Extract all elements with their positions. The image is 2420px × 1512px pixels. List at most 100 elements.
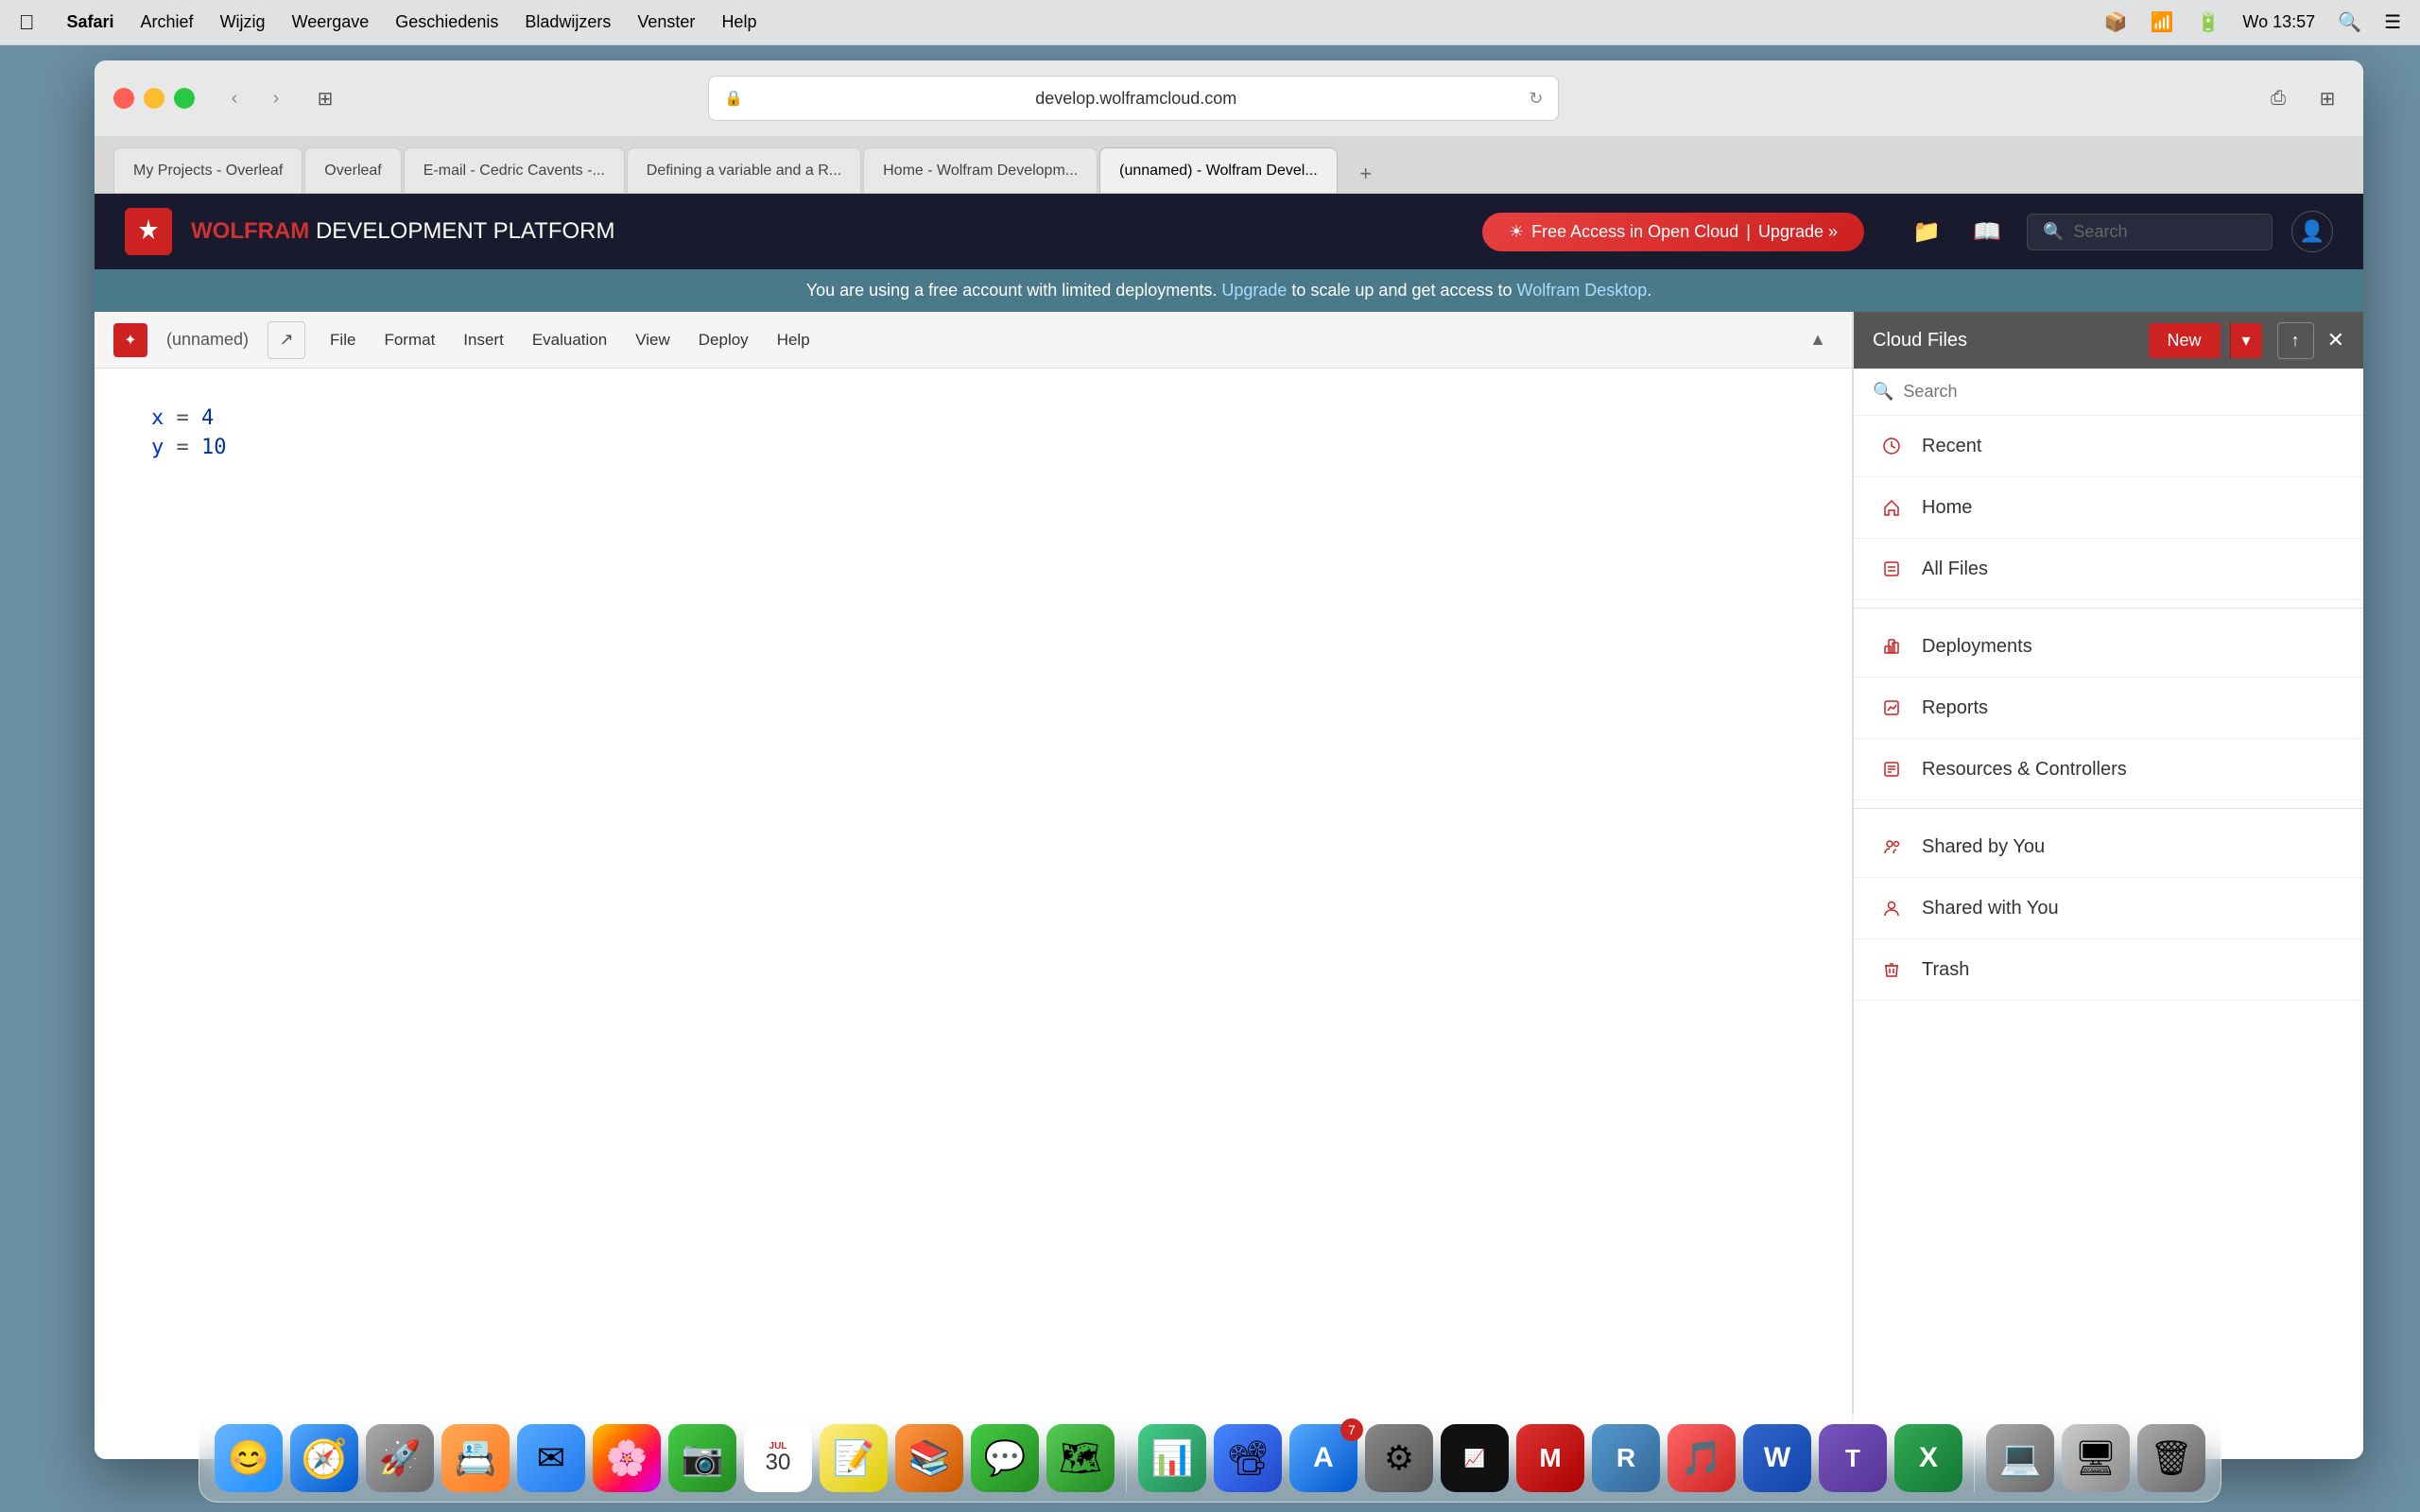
- collapse-button[interactable]: ▲: [1803, 325, 1833, 355]
- menu-weergave[interactable]: Weergave: [292, 12, 370, 32]
- menu-view[interactable]: View: [622, 325, 683, 355]
- dock-sysprefs[interactable]: ⚙: [1365, 1424, 1433, 1492]
- close-panel-button[interactable]: ✕: [2327, 328, 2344, 352]
- new-tab-button[interactable]: +: [1347, 155, 1385, 193]
- dock-notes[interactable]: 📝: [820, 1424, 888, 1492]
- nav-item-home[interactable]: Home: [1854, 477, 2363, 539]
- menu-geschiedenis[interactable]: Geschiedenis: [395, 12, 498, 32]
- wolfram-logo-icon: [134, 217, 163, 246]
- header-icons: 📁 📖: [1906, 211, 2008, 252]
- dock-rocket[interactable]: 🚀: [366, 1424, 434, 1492]
- back-button[interactable]: ‹: [217, 81, 251, 115]
- user-account-button[interactable]: 👤: [2291, 211, 2333, 252]
- menu-wijzig[interactable]: Wijzig: [220, 12, 266, 32]
- upgrade-link[interactable]: Upgrade: [1221, 281, 1287, 300]
- add-tab-button[interactable]: ⊞: [2310, 81, 2344, 115]
- nav-item-shared-by-you[interactable]: Shared by You: [1854, 816, 2363, 878]
- nav-item-reports[interactable]: Reports: [1854, 678, 2363, 739]
- reload-button[interactable]: ↻: [1529, 89, 1543, 109]
- export-button[interactable]: ↗: [268, 321, 305, 359]
- cta-text: Free Access in Open Cloud: [1531, 222, 1738, 242]
- upload-button[interactable]: ↑: [2277, 322, 2314, 359]
- wolfram-desktop-link[interactable]: Wolfram Desktop: [1517, 281, 1648, 300]
- eq-2: =: [177, 436, 202, 459]
- tab-2[interactable]: E-mail - Cedric Cavents -...: [404, 147, 625, 193]
- all-files-icon: [1876, 554, 1907, 584]
- menu-file[interactable]: File: [317, 325, 369, 355]
- notebook-file-icon: ✦: [113, 323, 147, 357]
- dock-matlab[interactable]: M: [1516, 1424, 1584, 1492]
- dock-trash[interactable]: 🗑: [2137, 1424, 2205, 1492]
- nav-item-recent[interactable]: Recent: [1854, 416, 2363, 477]
- nav-item-shared-with-you[interactable]: Shared with You: [1854, 878, 2363, 939]
- nav-item-all-files[interactable]: All Files: [1854, 539, 2363, 600]
- var-x: x: [151, 406, 164, 430]
- tab-4[interactable]: Home - Wolfram Developm...: [863, 147, 1098, 193]
- dock-excel[interactable]: X: [1894, 1424, 1962, 1492]
- dock-finder[interactable]: 😊: [215, 1424, 283, 1492]
- dock-rstudio[interactable]: R: [1592, 1424, 1660, 1492]
- main-area: ✦ (unnamed) ↗ File Format Insert Evaluat…: [95, 312, 2363, 1459]
- upgrade-banner: You are using a free account with limite…: [95, 269, 2363, 312]
- dock-messages[interactable]: 💬: [971, 1424, 1039, 1492]
- tab-5-active[interactable]: (unnamed) - Wolfram Devel...: [1099, 147, 1338, 193]
- browser-actions: ⎙ ⊞: [2261, 81, 2344, 115]
- browser-chrome: ‹ › ⊞ 🔒 develop.wolframcloud.com ↻ ⎙ ⊞ M…: [95, 60, 2363, 194]
- menu-archief[interactable]: Archief: [141, 12, 194, 32]
- menu-insert[interactable]: Insert: [450, 325, 517, 355]
- notebook-content[interactable]: x = 4 y = 10: [95, 369, 1852, 1459]
- menubar:  Safari Archief Wijzig Weergave Geschie…: [0, 0, 2420, 45]
- new-file-button[interactable]: New: [2149, 323, 2221, 358]
- activity-icon: 📈: [1464, 1449, 1485, 1469]
- notifications-icon[interactable]: ☰: [2384, 10, 2401, 34]
- tab-3[interactable]: Defining a variable and a R...: [627, 147, 861, 193]
- nav-item-resources[interactable]: Resources & Controllers: [1854, 739, 2363, 800]
- open-cloud-button[interactable]: ☀ Free Access in Open Cloud | Upgrade »: [1482, 213, 1864, 251]
- menu-help[interactable]: Help: [764, 325, 823, 355]
- dock-calendar[interactable]: JUL30: [744, 1424, 812, 1492]
- spotlight-icon[interactable]: 🔍: [2338, 10, 2361, 34]
- dock-word[interactable]: W: [1743, 1424, 1811, 1492]
- dock-maps[interactable]: 🗺: [1046, 1424, 1115, 1492]
- dock-photos[interactable]: 🌸: [593, 1424, 661, 1492]
- new-dropdown-button[interactable]: ▾: [2230, 323, 2262, 358]
- dock-safari[interactable]: 🧭: [290, 1424, 358, 1492]
- dock-contacts[interactable]: 📇: [441, 1424, 510, 1492]
- app-name[interactable]: Safari: [67, 12, 114, 32]
- nav-item-deployments[interactable]: Deployments: [1854, 616, 2363, 678]
- cloud-files-panel: Cloud Files New ▾ ↑ ✕ 🔍 Recent: [1853, 312, 2363, 1459]
- dock-appstore[interactable]: A 7: [1289, 1424, 1357, 1492]
- share-button[interactable]: ⎙: [2261, 81, 2295, 115]
- dock-numbers[interactable]: 📊: [1138, 1424, 1206, 1492]
- forward-button[interactable]: ›: [259, 81, 293, 115]
- book-icon-btn[interactable]: 📖: [1966, 211, 2008, 252]
- menu-venster[interactable]: Venster: [637, 12, 695, 32]
- menu-deploy[interactable]: Deploy: [685, 325, 762, 355]
- dock-keynote[interactable]: 📽: [1214, 1424, 1282, 1492]
- menu-evaluation[interactable]: Evaluation: [519, 325, 620, 355]
- menu-help[interactable]: Help: [721, 12, 756, 32]
- maximize-button[interactable]: [174, 88, 195, 109]
- panel-search-input[interactable]: [1903, 382, 2344, 402]
- dock-music[interactable]: 🎵: [1668, 1424, 1736, 1492]
- nav-item-trash[interactable]: Trash: [1854, 939, 2363, 1001]
- tab-0[interactable]: My Projects - Overleaf: [113, 147, 302, 193]
- dock-finder3[interactable]: 🖥: [2062, 1424, 2130, 1492]
- address-bar[interactable]: 🔒 develop.wolframcloud.com ↻: [708, 76, 1559, 121]
- folder-icon-btn[interactable]: 📁: [1906, 211, 1947, 252]
- dock-finder2[interactable]: 💻: [1986, 1424, 2054, 1492]
- dock-ibooks[interactable]: 📚: [895, 1424, 963, 1492]
- menu-format[interactable]: Format: [371, 325, 448, 355]
- dock-latex[interactable]: T: [1819, 1424, 1887, 1492]
- dock-mail[interactable]: ✉: [517, 1424, 585, 1492]
- menu-bladwijzers[interactable]: Bladwijzers: [525, 12, 611, 32]
- dock-facetime[interactable]: 📷: [668, 1424, 736, 1492]
- apple-menu[interactable]: : [19, 10, 35, 35]
- close-button[interactable]: [113, 88, 134, 109]
- minimize-button[interactable]: [144, 88, 164, 109]
- tab-1[interactable]: Overleaf: [304, 147, 401, 193]
- dock-activity[interactable]: 📈: [1441, 1424, 1509, 1492]
- header-search[interactable]: 🔍 Search: [2027, 214, 2273, 250]
- url-text[interactable]: develop.wolframcloud.com: [752, 89, 1519, 109]
- sidebar-toggle[interactable]: ⊞: [308, 81, 342, 115]
